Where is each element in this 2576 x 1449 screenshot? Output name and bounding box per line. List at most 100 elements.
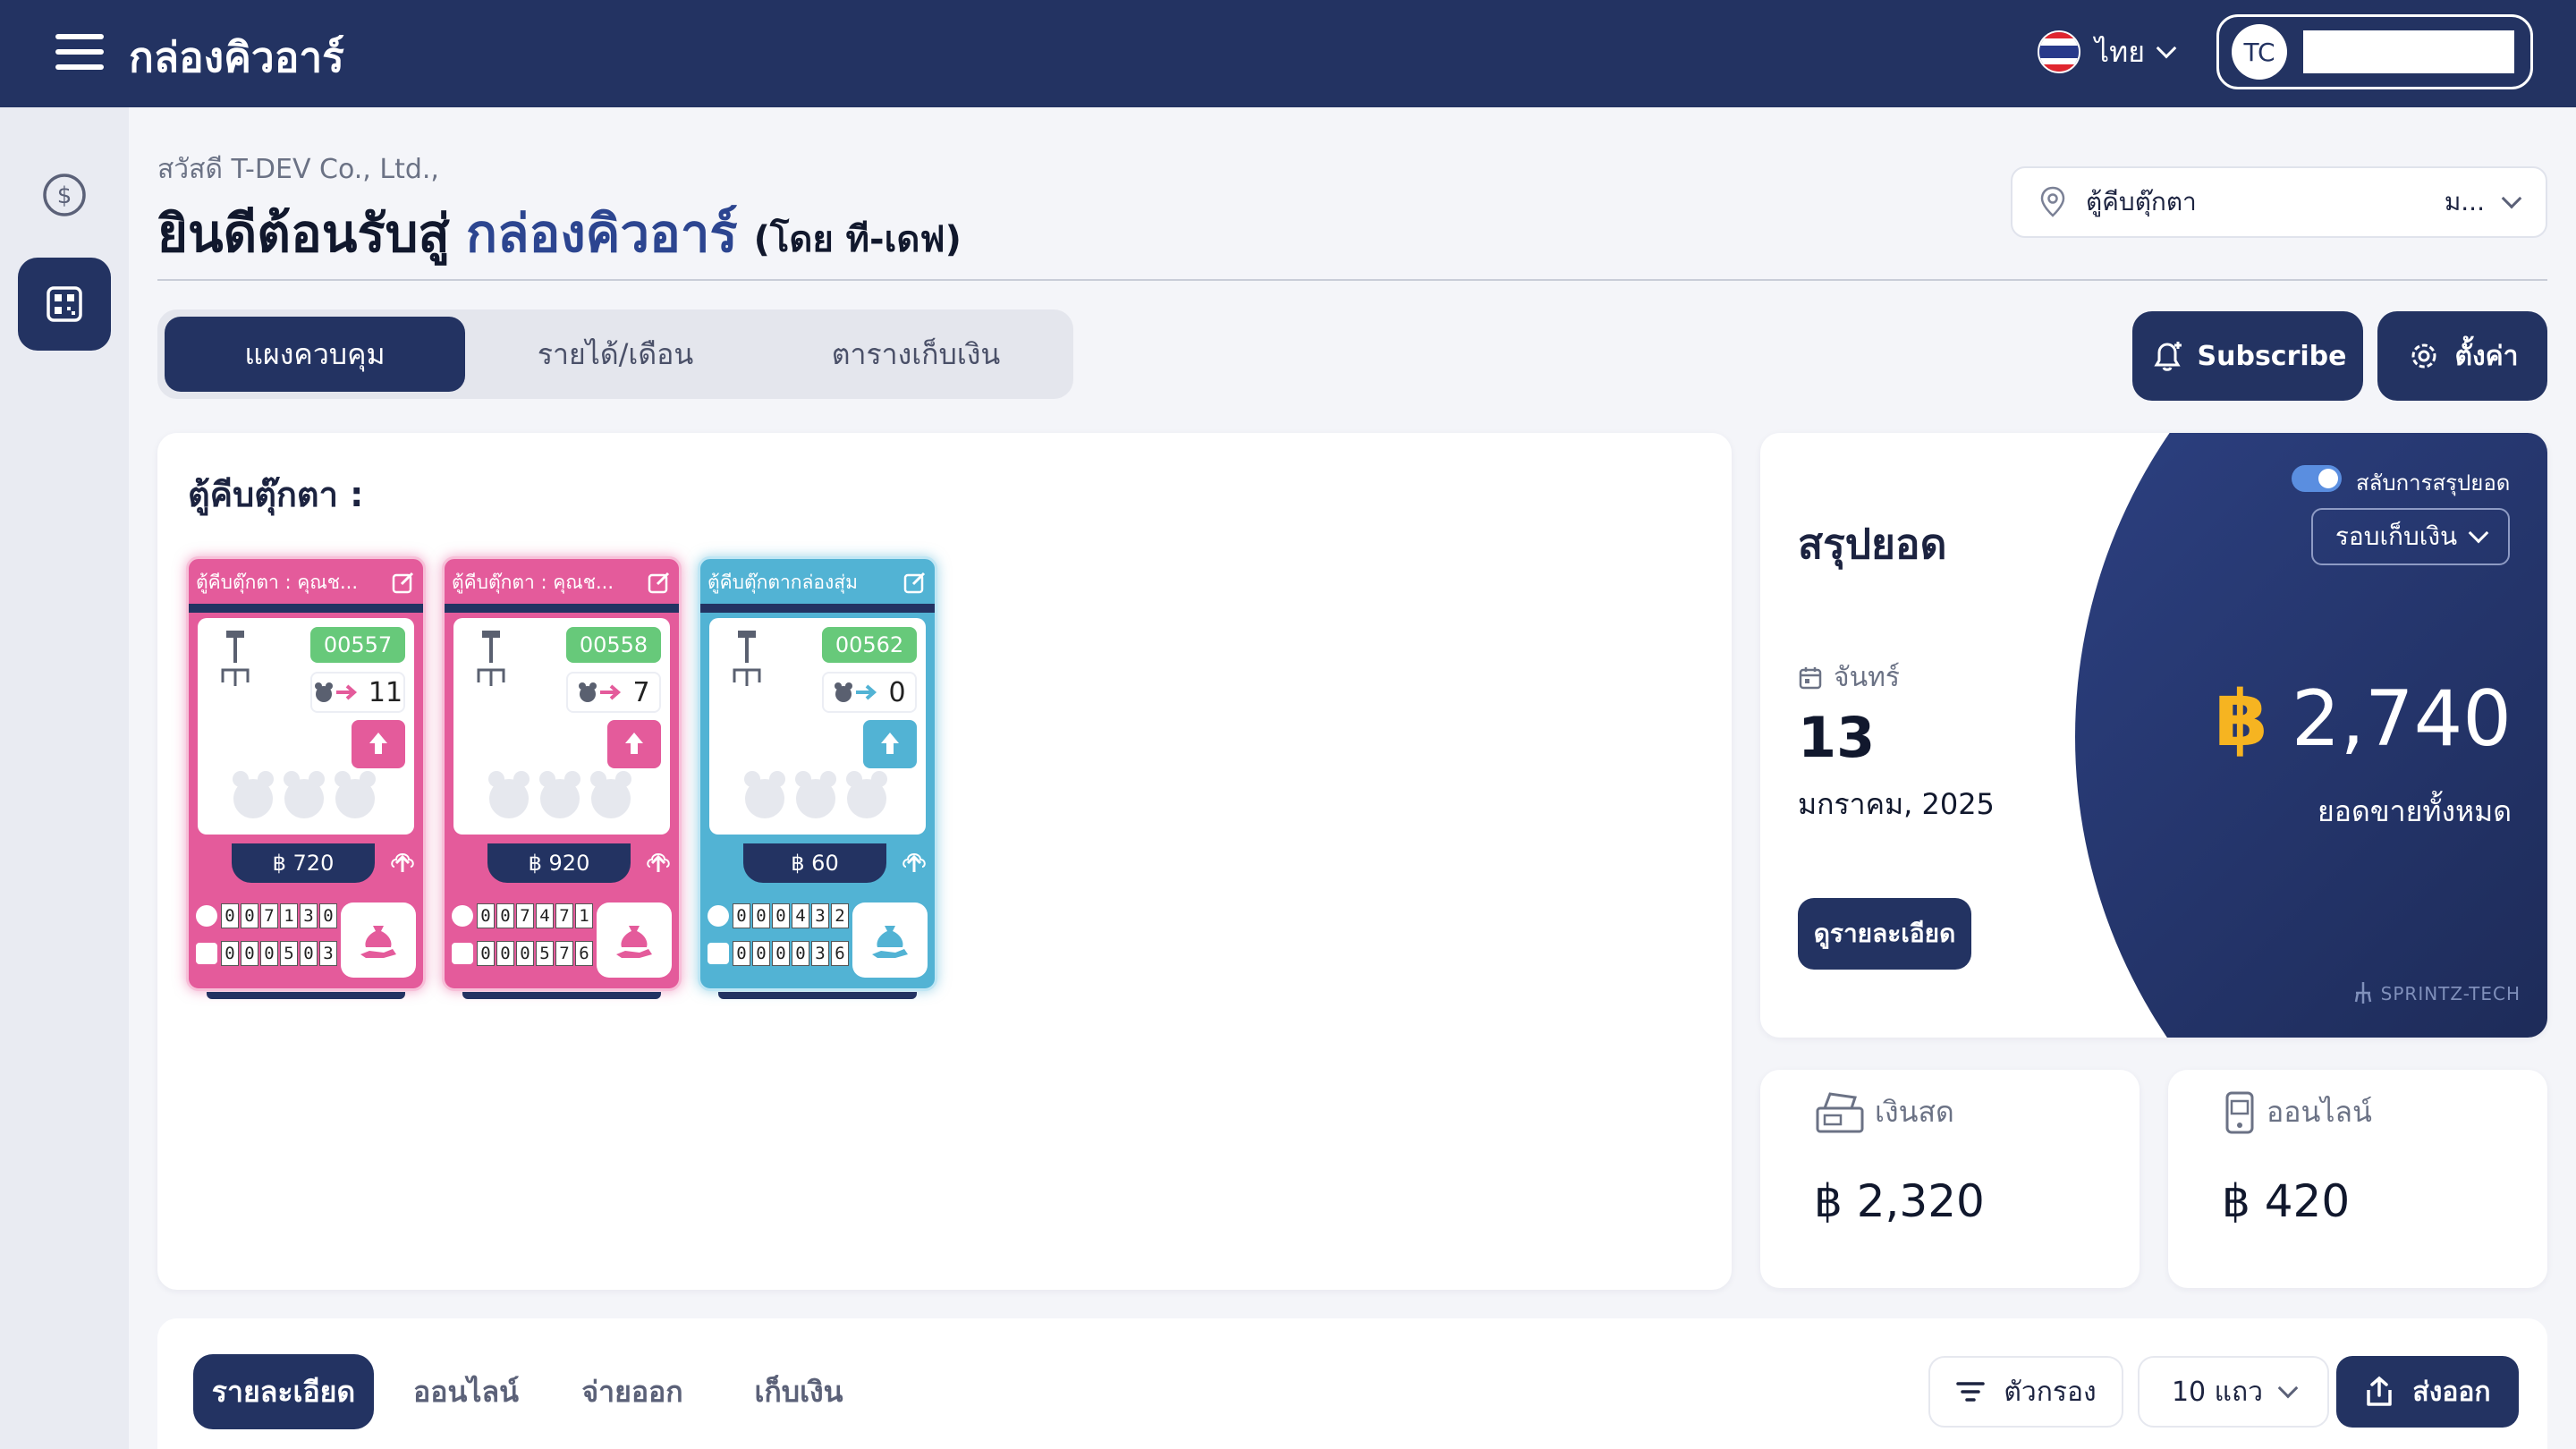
claw-icon bbox=[221, 631, 250, 686]
coin-counter: 007130 bbox=[196, 902, 337, 929]
collect-cash-button[interactable] bbox=[597, 902, 672, 978]
summary-day-label: จันทร์ bbox=[1834, 662, 1900, 693]
rail-dashboard-button[interactable] bbox=[18, 258, 111, 351]
machine-code: 00557 bbox=[310, 627, 405, 663]
machine-card[interactable]: ตู้คีบตุ๊กตากล่องสุ่ม 00562 0 ฿ 60 0 0 0 4 3 2 0 0 0… bbox=[698, 556, 937, 999]
cloud-upload-icon[interactable] bbox=[901, 849, 928, 876]
coin-digit: 3 bbox=[300, 903, 318, 928]
language-selector[interactable]: ไทย bbox=[2038, 27, 2177, 77]
cash-register-icon bbox=[1816, 1091, 1864, 1132]
coin-counter: 000432 bbox=[708, 902, 849, 929]
money-bag-icon bbox=[872, 926, 908, 958]
location-select[interactable]: ตู้คีบตุ๊กตา ม... bbox=[2011, 166, 2547, 238]
thai-flag-icon bbox=[2038, 30, 2080, 73]
rows-per-page-select[interactable]: 10 แถว bbox=[2138, 1356, 2329, 1428]
play-count: 11 bbox=[310, 672, 405, 713]
bell-plus-icon bbox=[2153, 342, 2182, 371]
tab-details[interactable]: รายละเอียด bbox=[193, 1354, 374, 1429]
coin-digit: 7 bbox=[516, 903, 534, 928]
prize-digit: 0 bbox=[772, 941, 790, 966]
teddy-bears-icon bbox=[488, 771, 631, 818]
machine-base bbox=[207, 992, 405, 999]
coin-counter: 007471 bbox=[452, 902, 593, 929]
machine-header: ตู้คีบตุ๊กตากล่องสุ่ม bbox=[708, 566, 928, 598]
header-divider bbox=[157, 279, 2547, 281]
qr-code-icon bbox=[47, 286, 82, 322]
prize-digit: 5 bbox=[280, 941, 298, 966]
claw-icon bbox=[477, 631, 505, 686]
coin-icon bbox=[708, 905, 729, 927]
tab-payouts[interactable]: จ่ายออก bbox=[558, 1354, 707, 1429]
bear-arrow-icon bbox=[579, 682, 622, 702]
coin-digit: 0 bbox=[496, 903, 514, 928]
welcome-heading: ยินดีต้อนรับสู่ กล่องคิวอาร์ (โดย ที-เดฟ… bbox=[157, 191, 962, 275]
tab-collections[interactable]: เก็บเงิน bbox=[724, 1354, 873, 1429]
cash-card: เงินสด ฿ 2,320 bbox=[1760, 1070, 2140, 1288]
teddy-bears-icon bbox=[744, 771, 887, 818]
edit-icon[interactable] bbox=[647, 570, 672, 595]
collect-cash-button[interactable] bbox=[852, 902, 928, 978]
cloud-upload-icon[interactable] bbox=[645, 849, 672, 876]
prize-digit: 0 bbox=[241, 941, 258, 966]
play-count: 7 bbox=[566, 672, 661, 713]
welcome-prefix: ยินดีต้อนรับสู่ bbox=[157, 203, 450, 264]
summary-card: สลับการสรุปยอด รอบเก็บเงิน สรุปยอด จันทร… bbox=[1760, 433, 2547, 1038]
online-value: ฿ 420 bbox=[2222, 1175, 2351, 1227]
machine-header: ตู้คีบตุ๊กตา : คุณช... bbox=[452, 566, 672, 598]
settings-button[interactable]: ตั้งค่า bbox=[2377, 311, 2547, 401]
arrow-up-coin-icon bbox=[625, 733, 643, 754]
machine-card[interactable]: ตู้คีบตุ๊กตา : คุณช... 00557 11 ฿ 720 0 0 7 1 3 0… bbox=[186, 556, 426, 999]
coin-digit: 4 bbox=[536, 903, 554, 928]
brand-watermark: SPRINTZ-TECH bbox=[2352, 980, 2521, 1007]
claw-logo-icon bbox=[2354, 982, 2371, 1004]
tab-collection-schedule[interactable]: ตารางเก็บเงิน bbox=[766, 317, 1066, 392]
summary-day: จันทร์ bbox=[1798, 657, 1900, 699]
coin-digit: 0 bbox=[477, 903, 495, 928]
side-rail: $ bbox=[0, 107, 129, 1449]
round-select[interactable]: รอบเก็บเงิน bbox=[2311, 508, 2510, 565]
tab-online[interactable]: ออนไลน์ bbox=[392, 1354, 540, 1429]
edit-icon[interactable] bbox=[902, 570, 928, 595]
subscribe-button[interactable]: Subscribe bbox=[2132, 311, 2363, 401]
svg-text:$: $ bbox=[57, 182, 72, 209]
coin-digit: 7 bbox=[260, 903, 278, 928]
machine-window: 00557 11 bbox=[198, 618, 414, 835]
calendar-icon bbox=[1799, 666, 1822, 689]
user-menu[interactable]: TC bbox=[2216, 14, 2533, 89]
map-pin-icon bbox=[2040, 186, 2065, 217]
language-label: ไทย bbox=[2095, 34, 2145, 69]
coin-digit: 0 bbox=[752, 903, 770, 928]
tab-monthly-income[interactable]: รายได้/เดือน bbox=[465, 317, 766, 392]
coin-icon bbox=[452, 905, 473, 927]
prize-digit: 3 bbox=[319, 941, 337, 966]
arrow-up-coin-icon bbox=[881, 733, 899, 754]
machine-card[interactable]: ตู้คีบตุ๊กตา : คุณช... 00558 7 ฿ 920 0 0 7 4 7 1 0… bbox=[442, 556, 682, 999]
prize-digit: 6 bbox=[831, 941, 849, 966]
edit-icon[interactable] bbox=[391, 570, 416, 595]
machine-name: ตู้คีบตุ๊กตา : คุณช... bbox=[196, 571, 359, 593]
summary-toggle[interactable] bbox=[2292, 465, 2342, 492]
menu-icon[interactable] bbox=[55, 34, 104, 70]
machine-divider bbox=[700, 604, 935, 613]
coin-digit: 0 bbox=[772, 903, 790, 928]
tab-dashboard[interactable]: แผงควบคุม bbox=[165, 317, 465, 392]
claw-icon bbox=[733, 631, 761, 686]
cloud-upload-icon[interactable] bbox=[389, 849, 416, 876]
export-icon bbox=[2367, 1376, 2393, 1406]
mobile-payment-icon bbox=[2225, 1091, 2254, 1133]
filter-icon bbox=[1956, 1382, 1986, 1402]
prize-digit: 0 bbox=[792, 941, 809, 966]
rail-revenue-button[interactable]: $ bbox=[18, 148, 111, 242]
machine-name: ตู้คีบตุ๊กตากล่องสุ่ม bbox=[708, 571, 858, 593]
coin-icon bbox=[196, 905, 217, 927]
machine-window: 00562 0 bbox=[709, 618, 926, 835]
filter-button[interactable]: ตัวกรอง bbox=[1928, 1356, 2123, 1428]
money-bag-icon bbox=[360, 926, 396, 958]
summary-title: สรุปยอด bbox=[1798, 520, 1947, 568]
summary-date: 13 bbox=[1798, 705, 1876, 770]
collect-cash-button[interactable] bbox=[341, 902, 416, 978]
gear-icon bbox=[2411, 343, 2436, 369]
cash-value: ฿ 2,320 bbox=[1814, 1175, 1985, 1227]
view-detail-button[interactable]: ดูรายละเอียด bbox=[1798, 898, 1971, 970]
export-button[interactable]: ส่งออก bbox=[2336, 1356, 2519, 1428]
